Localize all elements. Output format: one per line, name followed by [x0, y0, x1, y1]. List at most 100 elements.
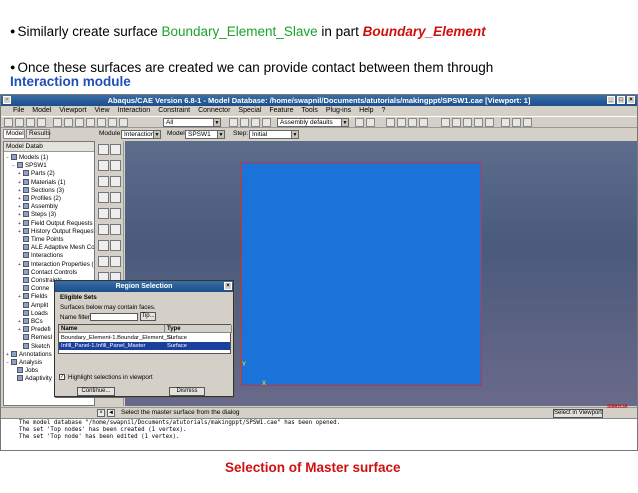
menu-item-constraint[interactable]: Constraint	[158, 107, 190, 114]
tree-node[interactable]: − Models (1)	[6, 154, 48, 162]
menu-item-view[interactable]: View	[94, 107, 109, 114]
pan-icon[interactable]	[53, 118, 62, 127]
menu-item-feature[interactable]: Feature	[269, 107, 293, 114]
interaction-manager-icon[interactable]	[110, 144, 121, 155]
contact-controls-icon[interactable]	[98, 176, 109, 187]
column-header-name[interactable]: Name	[59, 325, 165, 333]
controls-manager-icon[interactable]	[110, 176, 121, 187]
menu-item-model[interactable]: Model	[32, 107, 51, 114]
name-filter-input[interactable]	[90, 313, 138, 321]
print-icon[interactable]	[37, 118, 46, 127]
column-header-type[interactable]: Type	[165, 325, 232, 333]
tree-node[interactable]: − SPSW1	[12, 162, 47, 170]
tree-node[interactable]: ALE Adaptive Mesh Co	[18, 244, 94, 252]
assembly-defaults-combo[interactable]: Assembly defaults ▼	[277, 118, 349, 127]
display-group-icon[interactable]	[441, 118, 450, 127]
cancel-prompt-icon[interactable]: ×	[97, 409, 105, 417]
view-front-icon[interactable]	[240, 118, 249, 127]
tree-node[interactable]: + Fields	[18, 293, 48, 301]
module-combo[interactable]: Interaction ▼	[121, 130, 161, 139]
table-row[interactable]: Infill_Panel-1.Infill_Panel_Master Surfac…	[59, 342, 230, 350]
menu-item-file[interactable]: File	[13, 107, 24, 114]
tip-button[interactable]: Tip...	[140, 312, 156, 321]
minimize-icon[interactable]: _	[607, 96, 615, 104]
visibility-icon[interactable]	[523, 118, 532, 127]
reference-point-icon[interactable]	[98, 256, 109, 267]
menu-item-help[interactable]: Help	[359, 107, 373, 114]
create-connector-icon[interactable]	[98, 208, 109, 219]
save-icon[interactable]	[26, 118, 35, 127]
tree-node[interactable]: Amplit	[18, 301, 48, 310]
magnify-icon[interactable]	[75, 118, 84, 127]
window-menu-icon[interactable]: ▫	[3, 96, 11, 104]
tree-node[interactable]: + History Output Requests	[18, 227, 94, 236]
add-icon[interactable]	[474, 118, 483, 127]
tree-node[interactable]: Adaptivity	[12, 375, 52, 383]
show-all-icon[interactable]	[512, 118, 521, 127]
step-combo[interactable]: Initial ▼	[249, 130, 299, 139]
tree-node[interactable]: + Interaction Properties (1	[18, 260, 94, 269]
tree-node[interactable]: Sketch	[18, 342, 50, 351]
model-combo[interactable]: SPSW1 ▼	[185, 130, 225, 139]
new-icon[interactable]	[4, 118, 13, 127]
tree-node[interactable]: + Annotations	[6, 350, 52, 359]
view-iso-icon[interactable]	[229, 118, 238, 127]
tree-node[interactable]: + Steps (3)	[18, 211, 56, 219]
menu-item-connector[interactable]: Connector	[198, 107, 230, 114]
tree-node[interactable]: Loads	[18, 309, 48, 318]
intersect-icon[interactable]	[485, 118, 494, 127]
highlight-checkbox[interactable]: ✓	[59, 374, 65, 380]
replace-icon[interactable]	[452, 118, 461, 127]
tree-node[interactable]: + Sections (3)	[18, 186, 64, 195]
remove-icon[interactable]	[463, 118, 472, 127]
auto-fit-icon[interactable]	[97, 118, 106, 127]
help-icon[interactable]	[366, 118, 375, 127]
fastener-icon[interactable]	[110, 240, 121, 251]
tree-node[interactable]: Jobs	[12, 367, 38, 375]
render-combo[interactable]: All ▼	[163, 118, 221, 127]
continue-button[interactable]: Continue...	[77, 387, 115, 396]
menu-item-interaction[interactable]: Interaction	[118, 107, 151, 114]
create-constraint-icon[interactable]	[98, 192, 109, 203]
menu-item-[interactable]: ?	[382, 107, 386, 114]
tree-node[interactable]: Time Points	[18, 236, 63, 244]
tree-node[interactable]: Contact Controls	[18, 268, 77, 277]
tree-header[interactable]: Model Datab	[4, 142, 94, 152]
view-top-icon[interactable]	[262, 118, 271, 127]
color-code-icon[interactable]	[355, 118, 364, 127]
menu-item-special[interactable]: Special	[238, 107, 261, 114]
tree-node[interactable]: + Field Output Requests (	[18, 219, 94, 228]
wireframe-icon[interactable]	[386, 118, 395, 127]
tree-node[interactable]: + Profiles (2)	[18, 195, 61, 203]
create-wire-icon[interactable]	[98, 224, 109, 235]
create-property-icon[interactable]	[98, 160, 109, 171]
connector-manager-icon[interactable]	[110, 208, 121, 219]
replace-all-icon[interactable]	[501, 118, 510, 127]
menu-item-plug-ins[interactable]: Plug-ins	[326, 107, 351, 114]
constraint-manager-icon[interactable]	[110, 192, 121, 203]
wire-manager-icon[interactable]	[110, 224, 121, 235]
maximize-icon[interactable]: □	[617, 96, 625, 104]
dialog-close-icon[interactable]: ×	[224, 282, 232, 290]
tree-node[interactable]: + Materials (1)	[18, 178, 65, 187]
dismiss-button[interactable]: Dismiss	[169, 387, 205, 396]
menu-item-tools[interactable]: Tools	[302, 107, 318, 114]
infill-panel-surface[interactable]	[241, 162, 482, 386]
tree-node[interactable]: Interactions	[18, 252, 63, 260]
render-style-icon[interactable]	[419, 118, 428, 127]
close-icon[interactable]: ×	[627, 96, 635, 104]
tree-node[interactable]: + Assembly	[18, 203, 58, 211]
tree-node[interactable]: Conne	[18, 285, 49, 293]
view-back-icon[interactable]	[251, 118, 260, 127]
create-interaction-icon[interactable]	[98, 144, 109, 155]
table-row[interactable]: Boundary_Element-1.Boundar_Element_Sl Sur…	[59, 334, 230, 342]
open-icon[interactable]	[15, 118, 24, 127]
tree-node[interactable]: − Analysis	[6, 359, 42, 367]
attachment-icon[interactable]	[98, 240, 109, 251]
select-in-viewport-button[interactable]: Select in Viewport	[553, 409, 603, 418]
datum-icon[interactable]	[110, 256, 121, 267]
tree-node[interactable]: + Parts (2)	[18, 170, 55, 178]
tree-node[interactable]: + Predefi	[18, 326, 51, 334]
zoom-box-icon[interactable]	[86, 118, 95, 127]
property-manager-icon[interactable]	[110, 160, 121, 171]
